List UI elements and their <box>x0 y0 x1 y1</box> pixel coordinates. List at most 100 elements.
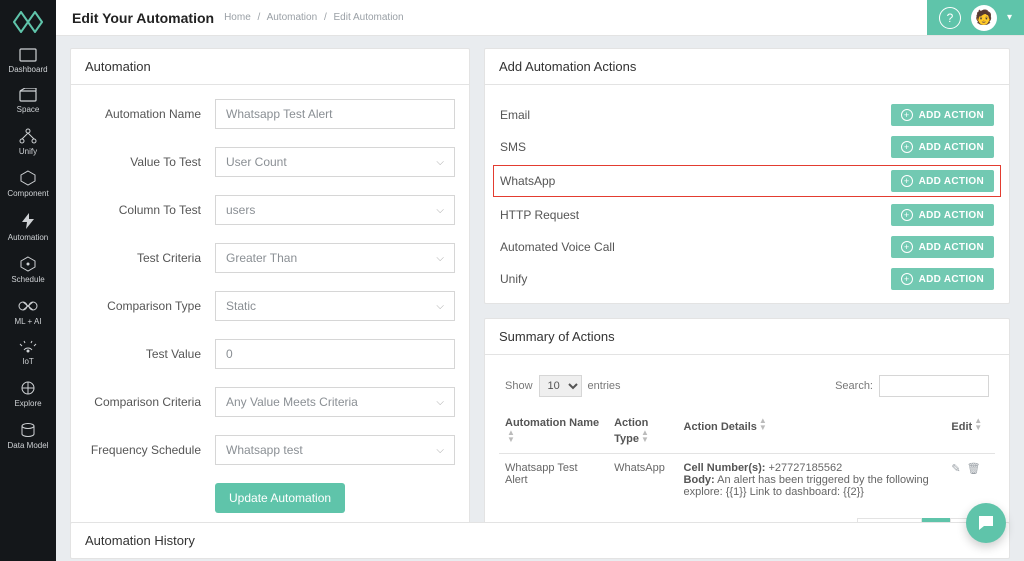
plus-icon: + <box>901 141 913 153</box>
automation-form-card: Automation Automation Name Value To Test… <box>70 48 470 528</box>
sidebar-item-explore[interactable]: Explore <box>0 372 56 414</box>
col-details[interactable]: Action Details▲▼ <box>678 409 946 454</box>
chevron-down-icon: ⌵ <box>436 301 444 312</box>
delete-icon[interactable]: 🗑 <box>967 462 981 475</box>
chevron-down-icon: ⌵ <box>436 157 444 168</box>
chevron-down-icon[interactable]: ▾ <box>1007 12 1012 23</box>
sidebar-item-space[interactable]: Space <box>0 80 56 120</box>
col-edit[interactable]: Edit▲▼ <box>945 409 995 454</box>
add-action-button[interactable]: +ADD ACTION <box>891 170 994 192</box>
automation-name-input[interactable] <box>215 99 455 129</box>
label-column-to-test: Column To Test <box>85 203 215 217</box>
action-name: SMS <box>500 140 526 154</box>
label-frequency-schedule: Frequency Schedule <box>85 443 215 457</box>
update-automation-button[interactable]: Update Automation <box>215 483 345 513</box>
sidebar-item-unify[interactable]: Unify <box>0 120 56 162</box>
cell-edit: ✎🗑 <box>945 454 995 507</box>
label-automation-name: Automation Name <box>85 107 215 121</box>
plus-icon: + <box>901 209 913 221</box>
add-action-button[interactable]: +ADD ACTION <box>891 204 994 226</box>
col-type[interactable]: Action Type▲▼ <box>608 409 677 454</box>
add-action-button[interactable]: +ADD ACTION <box>891 236 994 258</box>
sidebar-item-label: Dashboard <box>8 65 47 74</box>
sidebar-item-label: Data Model <box>8 441 49 450</box>
sidebar-item-label: Schedule <box>11 275 44 284</box>
search-input[interactable] <box>879 375 989 397</box>
add-action-button[interactable]: +ADD ACTION <box>891 136 994 158</box>
action-row-email: Email +ADD ACTION <box>499 99 995 131</box>
sidebar-item-datamodel[interactable]: Data Model <box>0 414 56 456</box>
add-action-button[interactable]: +ADD ACTION <box>891 268 994 290</box>
page-header: Edit Your Automation Home / Automation /… <box>56 0 1024 36</box>
sidebar-item-label: IoT <box>22 357 34 366</box>
breadcrumb-home[interactable]: Home <box>224 12 251 23</box>
sidebar-item-label: Explore <box>14 399 41 408</box>
automation-history-card: Automation History <box>70 522 1010 559</box>
card-title: Add Automation Actions <box>485 49 1009 85</box>
table-row: Whatsapp Test AlertWhatsAppCell Number(s… <box>499 454 995 507</box>
action-row-whatsapp: WhatsApp +ADD ACTION <box>493 165 1001 197</box>
comparison-criteria-select[interactable]: Any Value Meets Criteria⌵ <box>215 387 455 417</box>
sidebar-item-label: Unify <box>19 147 37 156</box>
breadcrumb-automation[interactable]: Automation <box>267 12 318 23</box>
col-name[interactable]: Automation Name▲▼ <box>499 409 608 454</box>
history-row: Automation History <box>70 522 1010 559</box>
card-title: Automation History <box>71 523 1009 558</box>
chevron-down-icon: ⌵ <box>436 397 444 408</box>
value-to-test-select[interactable]: User Count⌵ <box>215 147 455 177</box>
user-avatar[interactable]: 🧑 <box>971 5 997 31</box>
app-logo <box>12 10 44 34</box>
sidebar-item-label: Automation <box>8 233 48 242</box>
comparison-type-select[interactable]: Static⌵ <box>215 291 455 321</box>
action-name: Unify <box>500 272 527 286</box>
action-name: WhatsApp <box>500 174 555 188</box>
test-value-input[interactable] <box>215 339 455 369</box>
search-label: Search: <box>835 380 873 392</box>
breadcrumb-current: Edit Automation <box>334 12 404 23</box>
plus-icon: + <box>901 109 913 121</box>
header-right: ? 🧑 ▾ <box>927 0 1024 35</box>
card-title: Automation <box>71 49 469 85</box>
add-action-button[interactable]: +ADD ACTION <box>891 104 994 126</box>
sidebar-item-label: Component <box>7 189 48 198</box>
sidebar-item-automation[interactable]: Automation <box>0 204 56 248</box>
sidebar-item-schedule[interactable]: Schedule <box>0 248 56 290</box>
action-row-unify: Unify +ADD ACTION <box>499 263 995 295</box>
chevron-down-icon: ⌵ <box>436 205 444 216</box>
sidebar-item-label: ML + AI <box>14 317 41 326</box>
edit-icon[interactable]: ✎ <box>951 462 960 475</box>
action-name: Email <box>500 108 530 122</box>
label-comparison-criteria: Comparison Criteria <box>85 395 215 409</box>
card-title: Summary of Actions <box>485 319 1009 355</box>
add-actions-card: Add Automation Actions Email+ADD ACTIONS… <box>484 48 1010 304</box>
sidebar-item-mlai[interactable]: ML + AI <box>0 290 56 332</box>
label-test-criteria: Test Criteria <box>85 251 215 265</box>
label-test-value: Test Value <box>85 347 215 361</box>
entries-select[interactable]: 10 <box>539 375 582 397</box>
column-to-test-select[interactable]: users⌵ <box>215 195 455 225</box>
cell-name: Whatsapp Test Alert <box>499 454 608 507</box>
cell-type: WhatsApp <box>608 454 677 507</box>
label-comparison-type: Comparison Type <box>85 299 215 313</box>
label-value-to-test: Value To Test <box>85 155 215 169</box>
action-name: HTTP Request <box>500 208 579 222</box>
left-sidebar: Dashboard Space Unify Component Automati… <box>0 0 56 561</box>
show-label: Show <box>505 380 533 392</box>
frequency-schedule-select[interactable]: Whatsapp test⌵ <box>215 435 455 465</box>
help-icon[interactable]: ? <box>939 7 961 29</box>
page-title: Edit Your Automation <box>72 10 214 26</box>
sidebar-item-iot[interactable]: IoT <box>0 332 56 372</box>
breadcrumb: Home / Automation / Edit Automation <box>224 12 403 23</box>
plus-icon: + <box>901 273 913 285</box>
chat-fab[interactable] <box>966 503 1006 543</box>
plus-icon: + <box>901 241 913 253</box>
action-name: Automated Voice Call <box>500 240 615 254</box>
sidebar-item-dashboard[interactable]: Dashboard <box>0 40 56 80</box>
sidebar-item-component[interactable]: Component <box>0 162 56 204</box>
test-criteria-select[interactable]: Greater Than⌵ <box>215 243 455 273</box>
cell-details: Cell Number(s): +27727185562Body: An ale… <box>678 454 946 507</box>
chevron-down-icon: ⌵ <box>436 445 444 456</box>
action-row-sms: SMS +ADD ACTION <box>499 131 995 163</box>
action-row-http-request: HTTP Request +ADD ACTION <box>499 199 995 231</box>
summary-table: Automation Name▲▼ Action Type▲▼ Action D… <box>499 409 995 506</box>
